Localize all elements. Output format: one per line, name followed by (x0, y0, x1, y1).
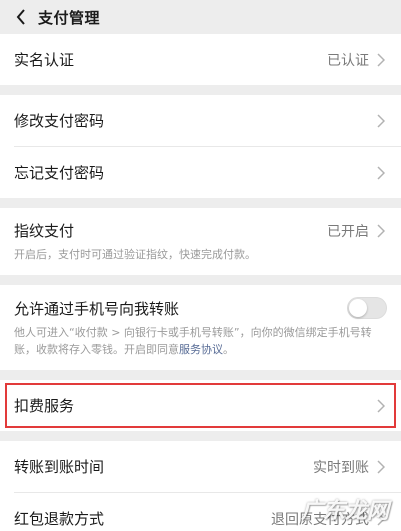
back-button[interactable] (10, 6, 32, 28)
row-label: 修改支付密码 (14, 112, 105, 130)
watermark: 广东龙网 (300, 499, 389, 524)
row-deduct-service[interactable]: 扣费服务 (0, 380, 401, 431)
top-bar: 支付管理 (0, 0, 401, 34)
row-label: 实名认证 (14, 51, 75, 69)
service-agreement-link[interactable]: 服务协议 (179, 343, 223, 356)
section-gap (0, 275, 401, 285)
row-change-password[interactable]: 修改支付密码 (0, 95, 401, 146)
row-label: 扣费服务 (14, 397, 75, 415)
row-label: 指纹支付 (14, 222, 75, 240)
group-password: 修改支付密码 忘记支付密码 (0, 95, 401, 198)
section-gap (0, 198, 401, 208)
row-description: 开启后，支付时可通过验证指纹，快速完成付款。 (14, 248, 256, 261)
group-phone-transfer: 允许通过手机号向我转账 他人可进入“收付款 > 向银行卡或手机号转账”，向你的微… (0, 285, 401, 370)
description-end: 。 (223, 343, 234, 356)
chevron-right-icon (377, 223, 387, 239)
row-label: 忘记支付密码 (14, 164, 105, 182)
page-title: 支付管理 (38, 8, 101, 27)
row-real-name[interactable]: 实名认证 已认证 (0, 34, 401, 85)
group-fingerprint: 指纹支付 已开启 开启后，支付时可通过验证指纹，快速完成付款。 (0, 208, 401, 275)
chevron-right-icon (377, 113, 387, 129)
row-fingerprint[interactable]: 指纹支付 已开启 开启后，支付时可通过验证指纹，快速完成付款。 (0, 208, 401, 275)
chevron-right-icon (377, 459, 387, 475)
chevron-right-icon (377, 52, 387, 68)
row-label: 红包退款方式 (14, 510, 105, 528)
row-value: 已认证 (327, 52, 369, 69)
row-transfer-time[interactable]: 转账到账时间 实时到账 (0, 441, 401, 492)
phone-transfer-toggle[interactable] (347, 297, 387, 319)
row-label: 允许通过手机号向我转账 (14, 299, 180, 318)
toggle-knob (349, 299, 367, 317)
group-services: 扣费服务 (0, 380, 401, 431)
chevron-right-icon (377, 165, 387, 181)
chevron-right-icon (377, 398, 387, 414)
row-description: 他人可进入“收付款 > 向银行卡或手机号转账”，向你的微信绑定手机号转账，收款将… (14, 324, 387, 358)
group-real-name: 实名认证 已认证 (0, 34, 401, 85)
row-label: 转账到账时间 (14, 458, 105, 476)
section-gap (0, 370, 401, 380)
row-phone-transfer: 允许通过手机号向我转账 他人可进入“收付款 > 向银行卡或手机号转账”，向你的微… (0, 285, 401, 370)
row-forgot-password[interactable]: 忘记支付密码 (0, 147, 401, 198)
section-gap (0, 431, 401, 441)
section-gap (0, 85, 401, 95)
row-value: 已开启 (327, 223, 369, 240)
chevron-left-icon (16, 9, 25, 25)
row-value: 实时到账 (313, 459, 369, 476)
